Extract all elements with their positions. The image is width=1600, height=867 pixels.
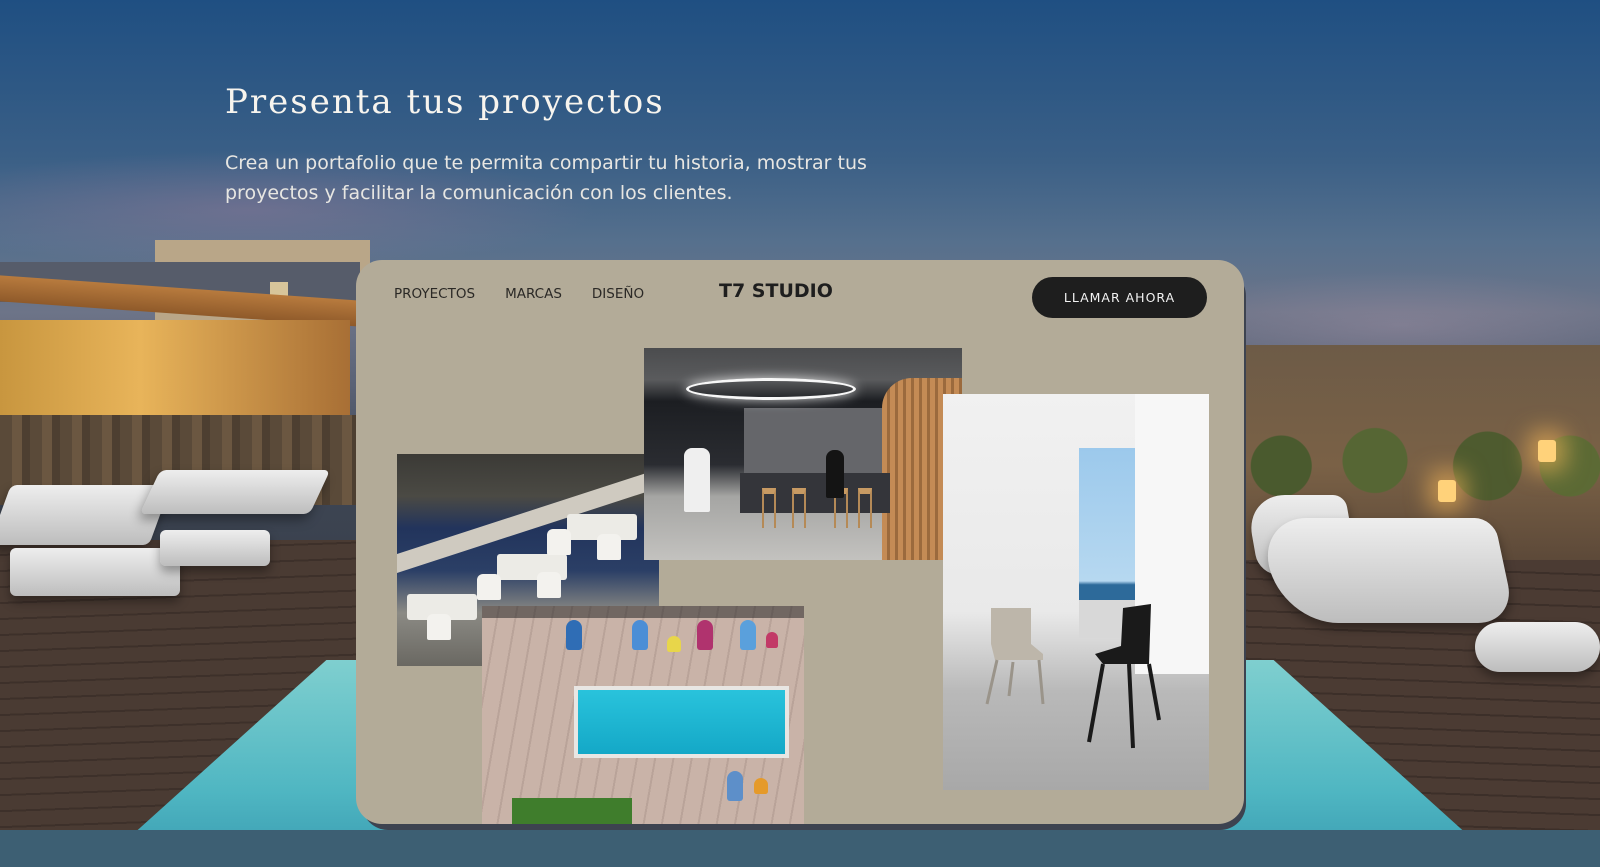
beige-chair [985, 608, 1045, 705]
brand-logo[interactable]: T7 STUDIO [719, 280, 833, 302]
wall-lamp [1538, 440, 1556, 462]
black-chair [1087, 604, 1161, 749]
photo-detail [574, 686, 789, 758]
nav-link-diseno[interactable]: DISEÑO [592, 286, 644, 302]
photo-detail [686, 378, 856, 400]
photo-detail [754, 778, 768, 794]
photo-detail [477, 574, 501, 600]
photo-detail [762, 488, 776, 528]
wall-lamp [1438, 480, 1456, 502]
photo-detail [858, 488, 872, 528]
photo-detail [697, 620, 713, 650]
nav-link-proyectos[interactable]: PROYECTOS [394, 286, 475, 302]
photo-detail [766, 632, 778, 648]
card-nav: PROYECTOS MARCAS DISEÑO [394, 286, 644, 302]
hero-section: Presenta tus proyectos Crea un portafoli… [225, 82, 945, 208]
pool-aerial-photo [482, 606, 804, 824]
photo-detail [684, 448, 710, 512]
photo-detail [792, 488, 806, 528]
photo-detail [566, 620, 582, 650]
photo-detail [537, 572, 561, 598]
lounger [139, 470, 331, 514]
lounger [10, 548, 180, 596]
lounger [1475, 622, 1600, 672]
nav-link-marcas[interactable]: MARCAS [505, 286, 562, 302]
photo-detail [632, 620, 648, 650]
photo-detail [597, 534, 621, 560]
photo-detail [512, 798, 632, 824]
lounger [0, 485, 171, 545]
lounger [160, 530, 270, 566]
photo-detail [547, 529, 571, 555]
lounger [1258, 518, 1517, 623]
hero-description: Crea un portafolio que te permita compar… [225, 152, 867, 204]
chairs-photo [943, 394, 1209, 790]
photo-detail [667, 636, 681, 652]
call-now-button[interactable]: LLAMAR AHORA [1032, 277, 1207, 318]
photo-detail [427, 614, 451, 640]
photo-detail [740, 620, 756, 650]
portfolio-preview-card: PROYECTOS MARCAS DISEÑO T7 STUDIO LLAMAR… [356, 260, 1244, 824]
photo-detail [826, 450, 844, 498]
hero-title: Presenta tus proyectos [225, 82, 665, 122]
photo-detail [727, 771, 743, 801]
photo-detail [482, 606, 804, 618]
office-photo [644, 348, 962, 560]
pool-edge [0, 830, 1600, 867]
